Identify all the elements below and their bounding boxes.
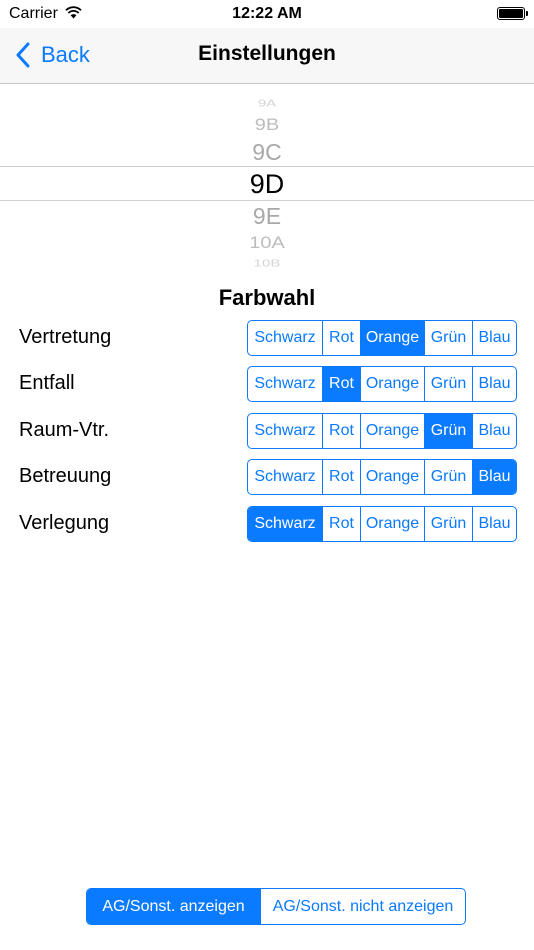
segment-gruen[interactable]: Grün [424, 460, 472, 494]
segment-schwarz[interactable]: Schwarz [248, 507, 322, 541]
color-row-betreuung: Betreuung Schwarz Rot Orange Grün Blau [0, 459, 534, 497]
picker-option[interactable]: 10B [0, 258, 534, 270]
segment-gruen[interactable]: Grün [424, 414, 472, 448]
color-segmented-control[interactable]: Schwarz Rot Orange Grün Blau [247, 366, 517, 402]
color-row-entfall: Entfall Schwarz Rot Orange Grün Blau [0, 366, 534, 404]
segment-gruen[interactable]: Grün [424, 321, 472, 355]
class-picker[interactable]: 9A 9B 9C 9D 9E 10A 10B [0, 92, 534, 272]
navigation-bar: Back Einstellungen [0, 28, 534, 84]
segment-orange[interactable]: Orange [360, 321, 424, 355]
color-segmented-control[interactable]: Schwarz Rot Orange Grün Blau [247, 506, 517, 542]
segment-rot[interactable]: Rot [322, 460, 360, 494]
row-label: Entfall [19, 372, 75, 394]
segment-blau[interactable]: Blau [472, 414, 516, 448]
segment-blau[interactable]: Blau [472, 367, 516, 401]
segment-gruen[interactable]: Grün [424, 367, 472, 401]
row-label: Verlegung [19, 512, 110, 534]
picker-option[interactable]: 9B [0, 116, 534, 136]
segment-gruen[interactable]: Grün [424, 507, 472, 541]
farbwahl-heading: Farbwahl [218, 285, 316, 310]
ag-hide-button[interactable]: AG/Sonst. nicht anzeigen [260, 889, 465, 924]
segment-blau[interactable]: Blau [472, 321, 516, 355]
picker-selection-line-top [0, 166, 534, 167]
battery-icon [497, 7, 528, 20]
color-row-raum-vtr: Raum-Vtr. Schwarz Rot Orange Grün Blau [0, 413, 534, 451]
segment-schwarz[interactable]: Schwarz [248, 321, 322, 355]
segment-rot[interactable]: Rot [322, 507, 360, 541]
picker-selection-line-bottom [0, 200, 534, 201]
segment-schwarz[interactable]: Schwarz [248, 414, 322, 448]
segment-blau[interactable]: Blau [472, 460, 516, 494]
clock: 12:22 AM [232, 5, 302, 22]
segment-rot[interactable]: Rot [322, 367, 360, 401]
color-row-vertretung: Vertretung Schwarz Rot Orange Grün Blau [0, 320, 534, 358]
segment-rot[interactable]: Rot [322, 414, 360, 448]
picker-option[interactable]: 9C [0, 139, 534, 166]
picker-option[interactable]: 9E [0, 203, 534, 230]
segment-schwarz[interactable]: Schwarz [248, 367, 322, 401]
segment-orange[interactable]: Orange [360, 414, 424, 448]
ag-toggle-control[interactable]: AG/Sonst. anzeigen AG/Sonst. nicht anzei… [86, 888, 466, 925]
picker-option[interactable]: 9A [0, 98, 534, 110]
page-title: Einstellungen [198, 42, 336, 65]
row-label: Raum-Vtr. [19, 419, 110, 441]
segment-rot[interactable]: Rot [322, 321, 360, 355]
segment-blau[interactable]: Blau [472, 507, 516, 541]
color-segmented-control[interactable]: Schwarz Rot Orange Grün Blau [247, 413, 517, 449]
status-bar: Carrier 12:22 AM [0, 0, 534, 28]
color-segmented-control[interactable]: Schwarz Rot Orange Grün Blau [247, 459, 517, 495]
color-segmented-control[interactable]: Schwarz Rot Orange Grün Blau [247, 320, 517, 356]
row-label: Vertretung [19, 326, 112, 348]
row-label: Betreuung [19, 465, 112, 487]
segment-schwarz[interactable]: Schwarz [248, 460, 322, 494]
picker-option-selected[interactable]: 9D [0, 169, 534, 200]
segment-orange[interactable]: Orange [360, 507, 424, 541]
segment-orange[interactable]: Orange [360, 367, 424, 401]
picker-option[interactable]: 10A [0, 234, 534, 254]
segment-orange[interactable]: Orange [360, 460, 424, 494]
color-row-verlegung: Verlegung Schwarz Rot Orange Grün Blau [0, 506, 534, 544]
ag-show-button[interactable]: AG/Sonst. anzeigen [87, 889, 260, 924]
